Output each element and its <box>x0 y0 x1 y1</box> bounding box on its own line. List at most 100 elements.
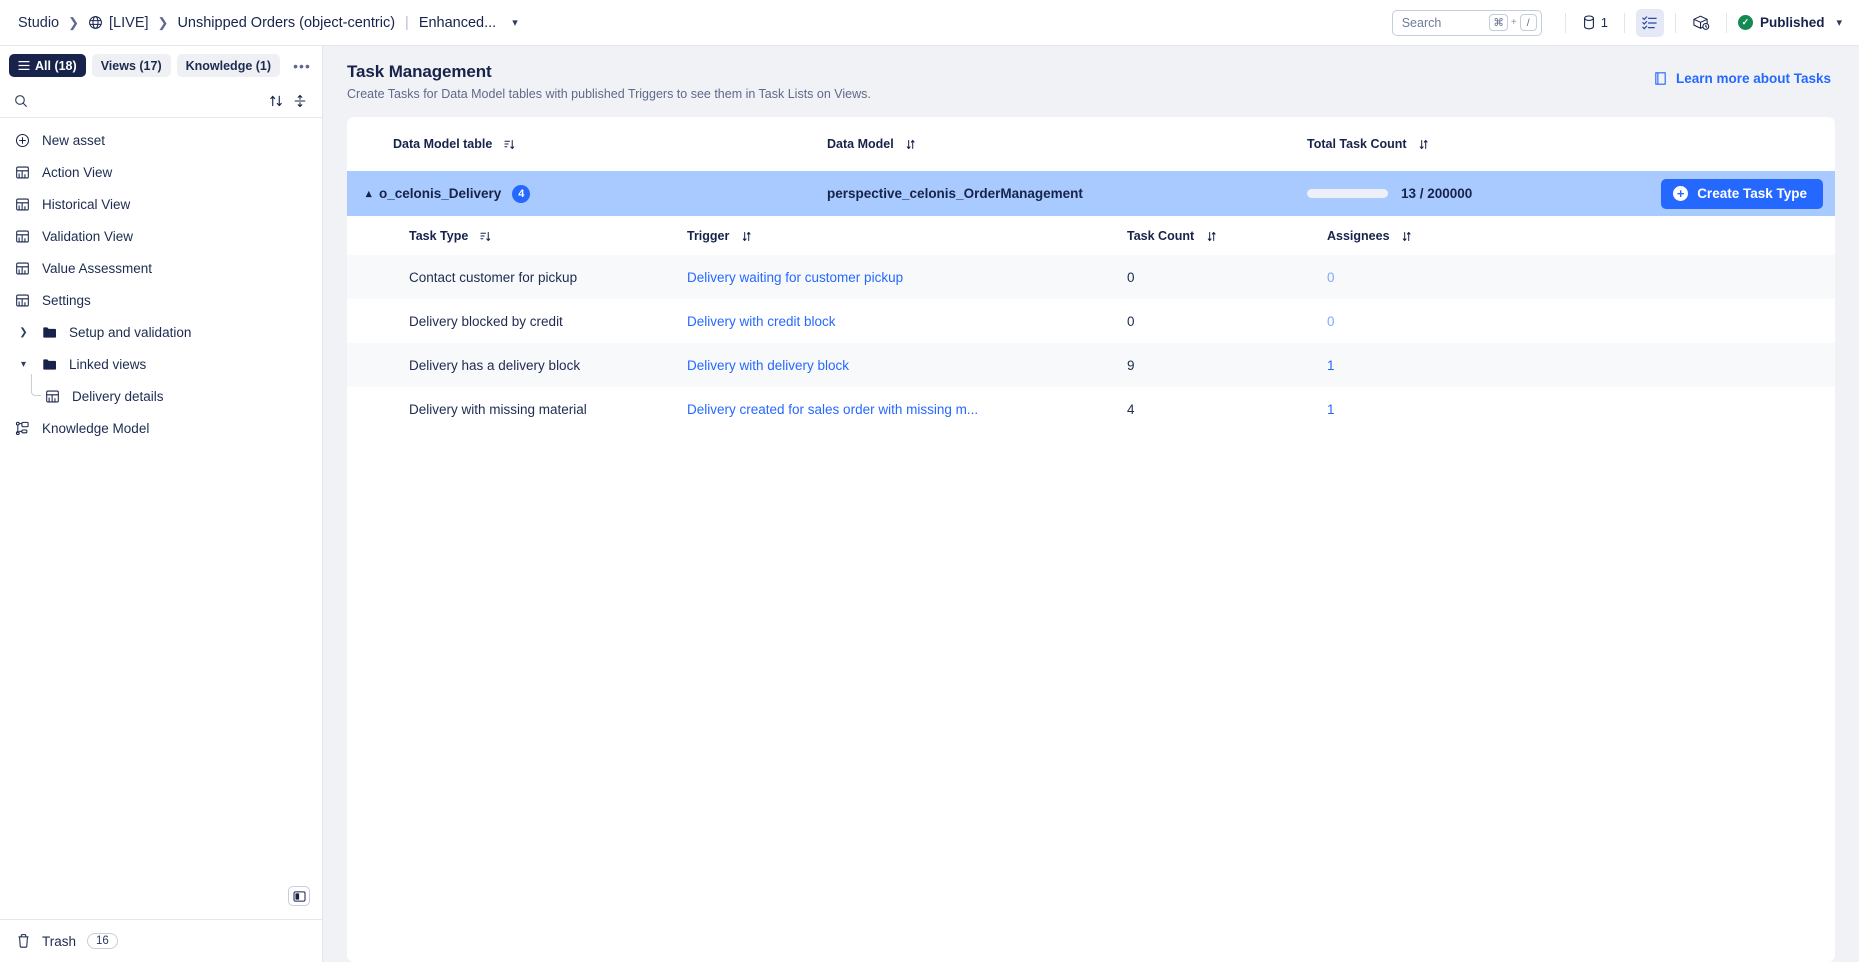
list-icon <box>18 60 30 71</box>
breadcrumb-studio[interactable]: Studio <box>18 15 59 31</box>
sidebar-item-label: Historical View <box>42 196 131 212</box>
view-icon <box>44 389 61 404</box>
task-count-progress-bar <box>1307 189 1388 198</box>
table-row[interactable]: Delivery with missing material Delivery … <box>347 387 1835 431</box>
main-content: Task Management Create Tasks for Data Mo… <box>323 46 1859 962</box>
group-task-count-cell: 13 / 200000 <box>1307 186 1661 201</box>
cell-task-count: 4 <box>1127 401 1135 417</box>
sidebar-item-delivery-details[interactable]: Delivery details <box>0 374 322 412</box>
sidebar-item-historical-view[interactable]: Historical View <box>0 188 322 220</box>
sort-icon[interactable] <box>905 139 916 150</box>
view-icon <box>14 261 31 276</box>
trash-label: Trash <box>42 933 77 949</box>
sort-icon[interactable] <box>269 94 283 108</box>
breadcrumb-live-label: [LIVE] <box>109 14 149 31</box>
status-badge[interactable]: ✓ Published <box>1737 15 1825 30</box>
sidebar-item-label: Validation View <box>42 228 134 244</box>
column-header-label: Total Task Count <box>1307 137 1407 151</box>
sort-asc-icon[interactable] <box>480 231 491 242</box>
sort-icon[interactable] <box>1418 139 1429 150</box>
column-header-label: Task Count <box>1127 228 1195 243</box>
view-icon <box>14 197 31 212</box>
breadcrumb-live[interactable]: [LIVE] <box>88 15 149 31</box>
group-data-model: perspective_celonis_OrderManagement <box>827 186 1083 201</box>
chevron-down-icon[interactable]: ▾ <box>17 359 30 370</box>
data-model-count-button[interactable]: 1 <box>1577 9 1613 37</box>
cell-task-type: Contact customer for pickup <box>409 269 578 285</box>
expand-collapse-icon[interactable] <box>293 94 307 108</box>
cell-assignees-link[interactable]: 0 <box>1327 314 1835 329</box>
column-header-task-type[interactable]: Task Type <box>347 229 687 243</box>
sidebar: All (18) Views (17) Knowledge (1) ••• Ne… <box>0 46 323 962</box>
sidebar-more-button[interactable]: ••• <box>290 54 314 77</box>
cell-task-type: Delivery with missing material <box>409 401 587 417</box>
sort-asc-icon[interactable] <box>504 139 515 150</box>
chevron-down-icon[interactable]: ▾ <box>512 16 518 29</box>
chevron-up-icon[interactable]: ▴ <box>347 187 379 200</box>
sidebar-tab-knowledge[interactable]: Knowledge (1) <box>176 54 281 77</box>
sidebar-trash[interactable]: Trash 16 <box>0 919 322 962</box>
sidebar-item-settings[interactable]: Settings <box>0 284 322 316</box>
table-row[interactable]: Delivery blocked by credit Delivery with… <box>347 299 1835 343</box>
sidebar-item-label: Setup and validation <box>69 324 192 340</box>
cell-trigger-link[interactable]: Delivery created for sales order with mi… <box>687 402 1127 417</box>
create-task-type-button[interactable]: + Create Task Type <box>1661 178 1823 209</box>
task-list-button[interactable] <box>1635 8 1664 37</box>
column-header-total-task-count[interactable]: Total Task Count <box>1307 137 1835 151</box>
group-table-name: o_celonis_Delivery <box>379 186 502 201</box>
page-subtitle: Create Tasks for Data Model tables with … <box>347 87 871 101</box>
sort-icon[interactable] <box>1206 231 1217 242</box>
cell-trigger-link[interactable]: Delivery waiting for customer pickup <box>687 270 1127 285</box>
view-icon <box>14 165 31 180</box>
task-management-table: Data Model table Data Model Total Task C… <box>347 117 1835 962</box>
sidebar-tab-views[interactable]: Views (17) <box>91 54 171 77</box>
sidebar-tab-all[interactable]: All (18) <box>9 54 86 77</box>
table-group-row[interactable]: ▴ o_celonis_Delivery 4 perspective_celon… <box>347 171 1835 216</box>
cell-assignees-link[interactable]: 1 <box>1327 358 1835 373</box>
column-header-data-model-table[interactable]: Data Model table <box>347 137 827 151</box>
folder-icon <box>41 326 58 339</box>
table-header-row: Data Model table Data Model Total Task C… <box>347 117 1835 171</box>
column-header-task-count[interactable]: Task Count <box>1127 229 1327 243</box>
column-header-assignees[interactable]: Assignees <box>1327 229 1835 243</box>
page-header-text: Task Management Create Tasks for Data Mo… <box>347 62 871 101</box>
search-shortcut-plus: + <box>1510 17 1517 28</box>
view-icon <box>14 229 31 244</box>
sort-icon[interactable] <box>1401 231 1412 242</box>
collapse-sidebar-button[interactable] <box>288 886 310 906</box>
table-row[interactable]: Contact customer for pickup Delivery wai… <box>347 255 1835 299</box>
sidebar-folder-linked-views[interactable]: ▾ Linked views <box>0 348 322 380</box>
sidebar-folder-setup-and-validation[interactable]: ❯ Setup and validation <box>0 316 322 348</box>
sidebar-tab-views-label: Views (17) <box>100 58 162 73</box>
cell-trigger-link[interactable]: Delivery with credit block <box>687 314 1127 329</box>
table-row[interactable]: Delivery has a delivery block Delivery w… <box>347 343 1835 387</box>
search-icon[interactable] <box>14 94 28 108</box>
sidebar-item-value-assessment[interactable]: Value Assessment <box>0 252 322 284</box>
sidebar-item-action-view[interactable]: Action View <box>0 156 322 188</box>
status-label: Published <box>1759 15 1825 30</box>
trash-icon <box>16 933 31 949</box>
learn-more-link[interactable]: Learn more about Tasks <box>1653 71 1831 86</box>
status-chevron-down-icon[interactable]: ▾ <box>1836 16 1842 29</box>
column-header-trigger[interactable]: Trigger <box>687 229 1127 243</box>
environment-button[interactable] <box>1687 9 1715 37</box>
column-header-data-model[interactable]: Data Model <box>827 137 1307 151</box>
breadcrumb-asset-name[interactable]: Unshipped Orders (object-centric) <box>177 15 395 31</box>
sidebar-item-new-asset[interactable]: New asset <box>0 124 322 156</box>
sidebar-item-label: Value Assessment <box>42 260 153 276</box>
breadcrumb-asset-suffix[interactable]: Enhanced... <box>419 15 496 31</box>
sort-icon[interactable] <box>741 231 752 242</box>
cell-assignees-link[interactable]: 0 <box>1327 270 1835 285</box>
sidebar-item-knowledge-model[interactable]: Knowledge Model <box>0 412 322 444</box>
chevron-right-icon[interactable]: ❯ <box>17 327 30 338</box>
cell-trigger-link[interactable]: Delivery with delivery block <box>687 358 1127 373</box>
search-shortcut-slash: / <box>1519 14 1537 31</box>
cell-assignees-link[interactable]: 1 <box>1327 402 1835 417</box>
breadcrumb-pipe: | <box>405 14 409 31</box>
column-header-label: Trigger <box>687 228 730 243</box>
sidebar-tabs: All (18) Views (17) Knowledge (1) ••• <box>0 46 322 85</box>
search-input[interactable]: Search ⌘ + / <box>1391 9 1542 36</box>
folder-icon <box>41 358 58 371</box>
sidebar-item-validation-view[interactable]: Validation View <box>0 220 322 252</box>
sidebar-item-label: Settings <box>42 292 91 308</box>
